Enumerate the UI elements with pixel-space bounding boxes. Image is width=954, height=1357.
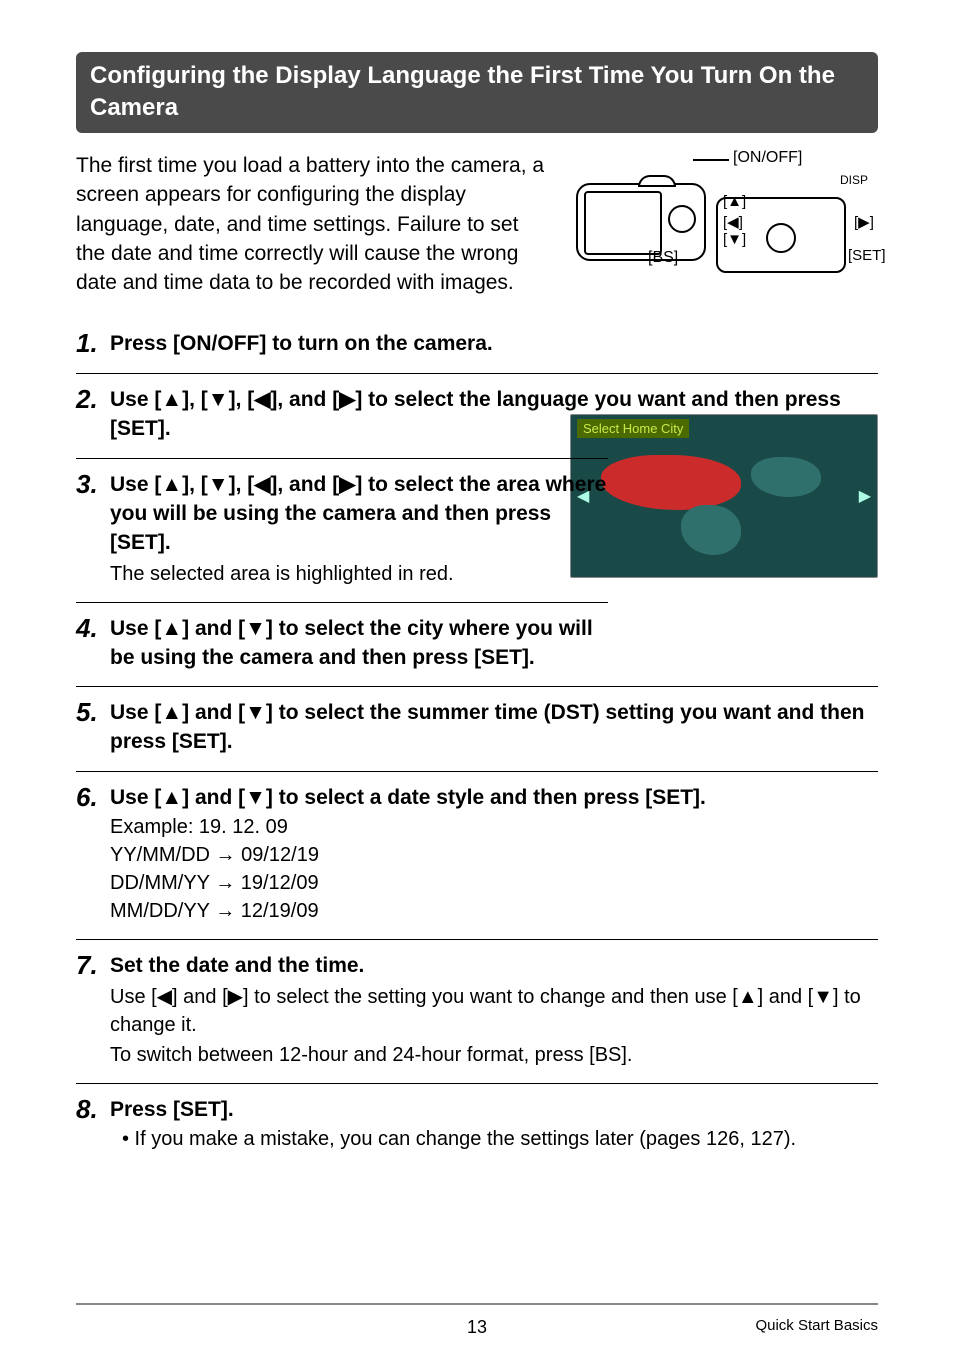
date-format-line: YY/MM/DD → 09/12/19 — [110, 841, 878, 869]
label-set: [SET] — [848, 247, 886, 264]
step-number: 7. — [76, 950, 108, 981]
step-number: 1. — [76, 328, 108, 359]
steps-list: 1. Press [ON/OFF] to turn on the camera.… — [76, 318, 878, 1168]
label-left: [◀] — [723, 213, 743, 231]
date-format-line: MM/DD/YY → 12/19/09 — [110, 897, 878, 925]
step-title: Set the date and the time. — [110, 952, 878, 981]
step-number: 3. — [76, 469, 108, 500]
camera-diagram: [ON/OFF] [BS] DISP [▲] [◀] [▼] [▶] [SET] — [568, 151, 878, 281]
step-3: 3. Use [▲], [▼], [◀], and [▶] to select … — [76, 458, 608, 602]
step-6: 6. Use [▲] and [▼] to select a date styl… — [76, 771, 878, 939]
label-disp: DISP — [840, 173, 868, 187]
label-up: [▲] — [723, 193, 746, 210]
step-subtext: To switch between 12-hour and 24-hour fo… — [110, 1041, 878, 1069]
step-number: 8. — [76, 1094, 108, 1125]
step-8: 8. Press [SET]. • If you make a mistake,… — [76, 1083, 878, 1167]
camera-body-icon — [576, 183, 706, 261]
step-1: 1. Press [ON/OFF] to turn on the camera. — [76, 318, 878, 373]
control-dial-icon — [766, 223, 796, 253]
label-right: [▶] — [854, 213, 874, 231]
page-number: 13 — [467, 1317, 487, 1338]
step-title: Use [▲] and [▼] to select the city where… — [110, 615, 608, 673]
example-line: Example: 19. 12. 09 — [110, 813, 878, 841]
step-subtext: Use [◀] and [▶] to select the setting yo… — [110, 983, 878, 1039]
step-2: 2. Use [▲], [▼], [◀], and [▶] to select … — [76, 373, 878, 458]
step-7: 7. Set the date and the time. Use [◀] an… — [76, 939, 878, 1083]
label-bs: [BS] — [648, 249, 678, 267]
step-bullet: • If you make a mistake, you can change … — [122, 1125, 878, 1153]
step-title: Use [▲], [▼], [◀], and [▶] to select the… — [110, 386, 878, 444]
step-title: Press [SET]. — [110, 1096, 878, 1125]
section-heading: Configuring the Display Language the Fir… — [76, 52, 878, 133]
label-onoff: [ON/OFF] — [733, 149, 802, 167]
intro-paragraph: The first time you load a battery into t… — [76, 151, 550, 298]
step-title: Use [▲] and [▼] to select a date style a… — [110, 784, 878, 813]
step-number: 6. — [76, 782, 108, 813]
step-4: 4. Use [▲] and [▼] to select the city wh… — [76, 602, 608, 687]
step-title: Use [▲] and [▼] to select the summer tim… — [110, 699, 878, 757]
footer-section: Quick Start Basics — [755, 1317, 878, 1334]
date-format-line: DD/MM/YY → 19/12/09 — [110, 869, 878, 897]
step-number: 4. — [76, 613, 108, 644]
step-title: Use [▲], [▼], [◀], and [▶] to select the… — [110, 471, 608, 558]
step-5: 5. Use [▲] and [▼] to select the summer … — [76, 686, 878, 771]
step-number: 2. — [76, 384, 108, 415]
page-footer: 13 Quick Start Basics — [76, 1303, 878, 1315]
step-title: Press [ON/OFF] to turn on the camera. — [110, 330, 878, 359]
map-right-arrow-icon: ▶ — [859, 486, 871, 506]
step-subtext: The selected area is highlighted in red. — [110, 560, 608, 588]
step-number: 5. — [76, 697, 108, 728]
label-down: [▼] — [723, 231, 746, 248]
